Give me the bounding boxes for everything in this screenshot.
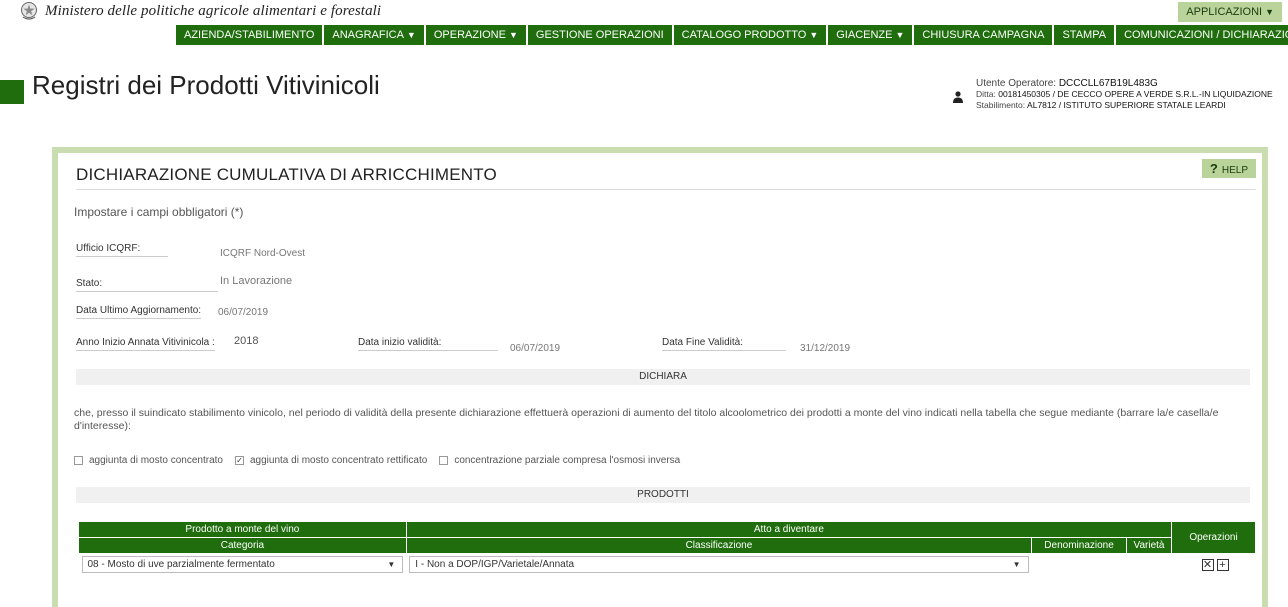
declaration-panel: ? HELP DICHIARAZIONE CUMULATIVA DI ARRICC… (52, 147, 1268, 607)
operator-value: DCCCLL67B19L483G (1058, 78, 1158, 89)
nav-catalogo-prodotto[interactable]: CATALOGO PRODOTTO ▼ (673, 25, 827, 45)
delete-row-icon[interactable]: ✕ (1201, 558, 1214, 571)
nav-operazione[interactable]: OPERAZIONE ▼ (425, 25, 526, 45)
anno-value: 2018 (234, 335, 259, 347)
enrichment-methods: aggiunta di mosto concentrato ✓ aggiunta … (74, 455, 692, 466)
th-prodotto-a-monte: Prodotto a monte del vino (78, 521, 407, 538)
ministry-name: Ministero delle politiche agricole alime… (45, 3, 382, 19)
prodotti-band: PRODOTTI (76, 487, 1250, 503)
ufficio-value: ICQRF Nord-Ovest (220, 248, 306, 259)
th-atto-a-diventare: Atto a diventare (405, 521, 1173, 538)
nav-anagrafica[interactable]: ANAGRAFICA ▼ (324, 25, 424, 45)
aggiornamento-label: Data Ultimo Aggiornamento: (76, 305, 202, 319)
th-classificazione: Classificazione (405, 537, 1033, 554)
checkbox-concentrazione-parziale[interactable]: concentrazione parziale compresa l'osmos… (439, 455, 680, 466)
chevron-down-icon: ▼ (387, 560, 396, 570)
th-operazioni: Operazioni (1171, 521, 1256, 554)
inizio-validita-label: Data inizio validità: (358, 337, 498, 351)
top-header: Ministero delle politiche agricole alime… (0, 0, 1288, 24)
ditta-value: 00181450305 / DE CECCO OPERE A VERDE S.R… (998, 89, 1273, 99)
dichiara-band: DICHIARA (76, 369, 1250, 385)
aggiornamento-value: 06/07/2019 (218, 307, 269, 318)
nav-gestione-operazioni[interactable]: GESTIONE OPERAZIONI (527, 25, 672, 45)
stato-value: In Lavorazione (220, 275, 293, 287)
applicazioni-label: APPLICAZIONI (1186, 6, 1263, 18)
th-categoria: Categoria (78, 537, 407, 554)
varieta-cell (1127, 554, 1172, 576)
caret-down-icon: ▼ (809, 30, 819, 40)
stato-label: Stato: (76, 278, 218, 292)
nav-azienda-stabilimento[interactable]: AZIENDA/STABILIMENTO (176, 25, 323, 45)
prodotti-table: Prodotto a monte del vino Atto a diventa… (78, 521, 1256, 576)
anno-label: Anno Inizio Annata Vitivinicola : (76, 337, 215, 351)
nav-giacenze[interactable]: GIACENZE ▼ (828, 25, 913, 45)
caret-down-icon: ▼ (1265, 7, 1274, 17)
caret-down-icon: ▼ (508, 30, 518, 40)
required-fields-hint: Impostare i campi obbligatori (*) (74, 205, 244, 219)
applicazioni-menu-button[interactable]: APPLICAZIONI ▼ (1178, 2, 1282, 22)
nav-stampa[interactable]: STAMPA (1054, 25, 1115, 45)
title-accent-bar (0, 80, 24, 104)
checkbox-unchecked-icon (74, 456, 83, 465)
form-title: DICHIARAZIONE CUMULATIVA DI ARRICCHIMENT… (76, 165, 1256, 190)
declaration-paragraph: che, presso il suindicato stabilimento v… (74, 407, 1219, 432)
caret-down-icon: ▼ (895, 30, 905, 40)
page-title: Registri dei Prodotti Vitivinicoli (32, 70, 380, 100)
inizio-validita-value: 06/07/2019 (510, 343, 561, 354)
chevron-down-icon: ▼ (1012, 560, 1021, 570)
fine-validita-label: Data Fine Validità: (662, 337, 786, 351)
caret-down-icon: ▼ (406, 30, 416, 40)
checkbox-mosto-concentrato[interactable]: aggiunta di mosto concentrato (74, 455, 223, 466)
ufficio-label: Ufficio ICQRF: (76, 243, 168, 257)
nav-comunicazioni-dichiarazioni[interactable]: COMUNICAZIONI / DICHIARAZIONI▼ (1116, 25, 1288, 45)
classificazione-select[interactable]: I - Non a DOP/IGP/Varietale/Annata ▼ (409, 556, 1029, 574)
categoria-select[interactable]: 08 - Mosto di uve parzialmente fermentat… (81, 556, 404, 574)
checkbox-checked-icon: ✓ (234, 456, 244, 465)
nav-chiusura-campagna[interactable]: CHIUSURA CAMPAGNA (914, 25, 1053, 45)
checkbox-unchecked-icon (439, 456, 449, 465)
main-navbar: AZIENDA/STABILIMENTO ANAGRAFICA ▼ OPERAZI… (176, 25, 1288, 45)
user-info: Utente Operatore: DCCCLL67B19L483G Ditta… (976, 78, 1273, 110)
th-varieta: Varietà (1126, 537, 1173, 554)
th-denominazione: Denominazione (1031, 537, 1128, 554)
checkbox-mosto-rettificato[interactable]: ✓ aggiunta di mosto concentrato rettifica… (234, 455, 427, 466)
republic-emblem-icon (21, 2, 37, 20)
table-row: 08 - Mosto di uve parzialmente fermentat… (79, 554, 1256, 576)
denominazione-cell (1032, 554, 1127, 576)
stabilimento-value: AL7812 / ISTITUTO SUPERIORE STATALE LEAR… (1027, 100, 1226, 110)
fine-validita-value: 31/12/2019 (800, 343, 851, 354)
add-row-icon[interactable]: + (1216, 558, 1229, 571)
